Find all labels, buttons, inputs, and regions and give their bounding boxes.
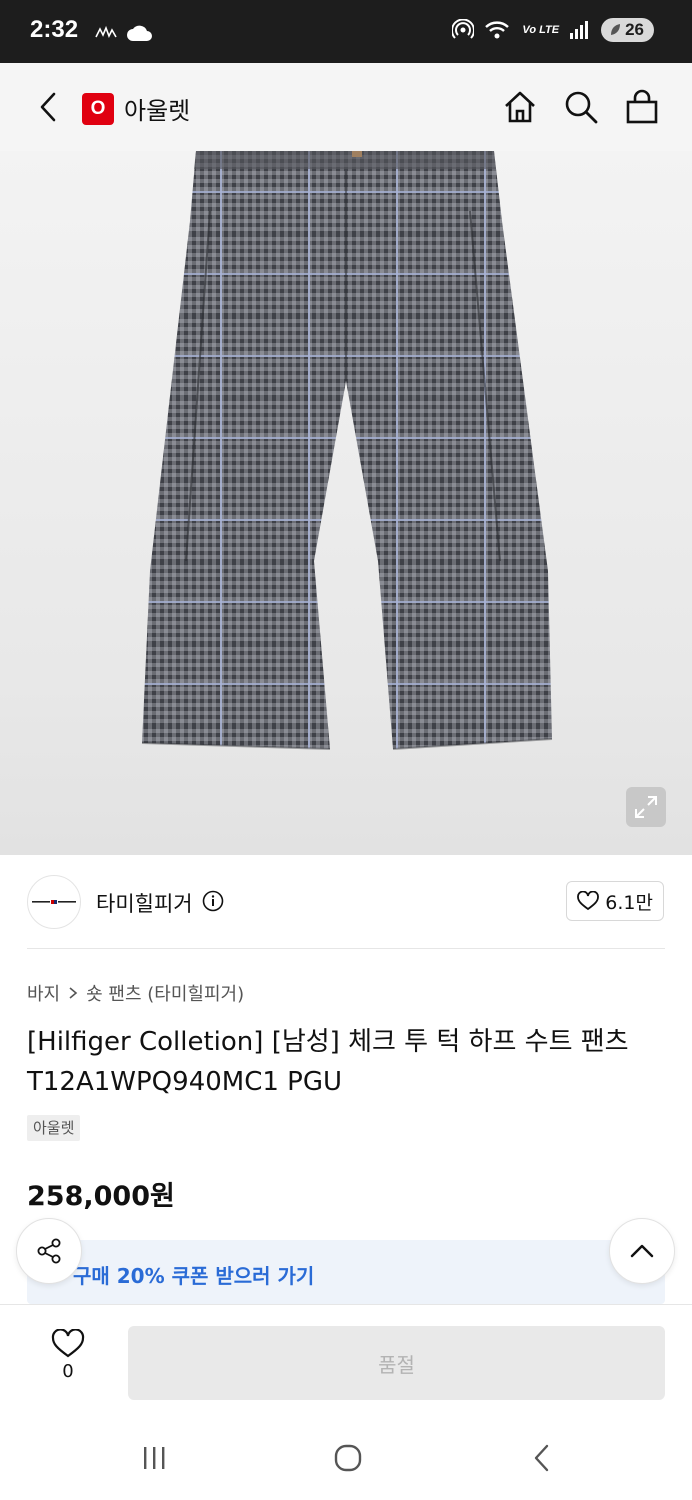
page-title: 아울렛: [124, 97, 191, 125]
breadcrumb-parent[interactable]: 바지: [27, 980, 60, 1006]
brand-name[interactable]: 타미힐피거: [96, 888, 193, 918]
product-image[interactable]: [0, 151, 692, 855]
brand-row: 타미힐피거 6.1만: [0, 855, 692, 949]
home-nav-button[interactable]: [328, 1438, 368, 1478]
back-nav-icon: [534, 1444, 549, 1472]
coupon-text: 구매 20% 쿠폰 받으러 가기: [73, 1264, 315, 1288]
status-notification-icons: [94, 22, 154, 44]
chevron-up-icon: [630, 1244, 654, 1258]
heart-icon: [577, 891, 600, 911]
search-button[interactable]: [561, 87, 601, 127]
brand-logo[interactable]: [27, 875, 81, 929]
outlet-logo: O: [82, 93, 114, 125]
search-icon: [565, 91, 598, 124]
recent-apps-button[interactable]: [134, 1438, 174, 1478]
status-time: 2:32: [30, 16, 79, 43]
share-button[interactable]: [16, 1218, 82, 1284]
breadcrumb-child[interactable]: 숏 팬츠 (타미힐피거): [86, 980, 244, 1006]
app-notification-icon: [95, 25, 117, 38]
wishlist-button[interactable]: 0: [40, 1329, 96, 1393]
app-header: O 아울렛: [0, 63, 692, 151]
home-circle-icon: [334, 1444, 362, 1472]
back-nav-button[interactable]: [522, 1438, 562, 1478]
wishlist-count: 0: [62, 1361, 74, 1382]
system-nav-bar: [0, 1414, 692, 1500]
expand-icon: [635, 796, 657, 818]
outlet-tag: 아울렛: [27, 1115, 81, 1141]
soldout-button[interactable]: 품절: [128, 1326, 665, 1400]
coupon-banner[interactable]: 구매 20% 쿠폰 받으러 가기: [27, 1240, 665, 1304]
divider: [27, 948, 665, 949]
breadcrumb: 바지 숏 팬츠 (타미힐피거): [27, 980, 244, 1006]
shopping-bag-icon: [626, 89, 658, 124]
purchase-bar: 0 품절: [0, 1304, 692, 1414]
product-price: 258,000원: [27, 1181, 175, 1212]
info-icon[interactable]: [202, 890, 224, 912]
back-icon: [40, 92, 56, 122]
recent-apps-icon: [144, 1447, 165, 1469]
home-button[interactable]: [500, 87, 540, 127]
battery-saver-icon: [611, 24, 621, 35]
back-button[interactable]: [30, 89, 66, 125]
battery-indicator: 26: [601, 18, 654, 42]
shorts-photo: [141, 151, 553, 750]
status-right: Vo LTE 26: [452, 18, 654, 42]
home-icon: [505, 91, 535, 123]
signal-icon: [570, 21, 589, 39]
heart-outline-icon: [51, 1329, 85, 1358]
brand-logo-image: [32, 900, 76, 904]
battery-level: 26: [625, 20, 644, 39]
brand-like-count: 6.1만: [605, 891, 653, 914]
cart-button[interactable]: [622, 87, 662, 127]
brand-like-button[interactable]: 6.1만: [566, 881, 664, 921]
network-label: Vo LTE: [522, 24, 560, 36]
product-title: [Hilfiger Colletion] [남성] 체크 투 턱 하프 수트 팬…: [27, 1022, 677, 1102]
share-icon: [37, 1238, 61, 1264]
hotspot-icon: [452, 19, 475, 39]
chevron-right-icon: [69, 987, 78, 999]
product-title-line2: T12A1WPQ940MC1 PGU: [27, 1067, 343, 1097]
wifi-icon: [485, 21, 510, 39]
cloud-icon: [127, 25, 152, 41]
product-title-line1: [Hilfiger Colletion] [남성] 체크 투 턱 하프 수트 팬…: [27, 1027, 629, 1057]
scroll-top-button[interactable]: [609, 1218, 675, 1284]
status-bar: 2:32 Vo LTE 26: [0, 0, 692, 63]
expand-button[interactable]: [626, 787, 666, 827]
